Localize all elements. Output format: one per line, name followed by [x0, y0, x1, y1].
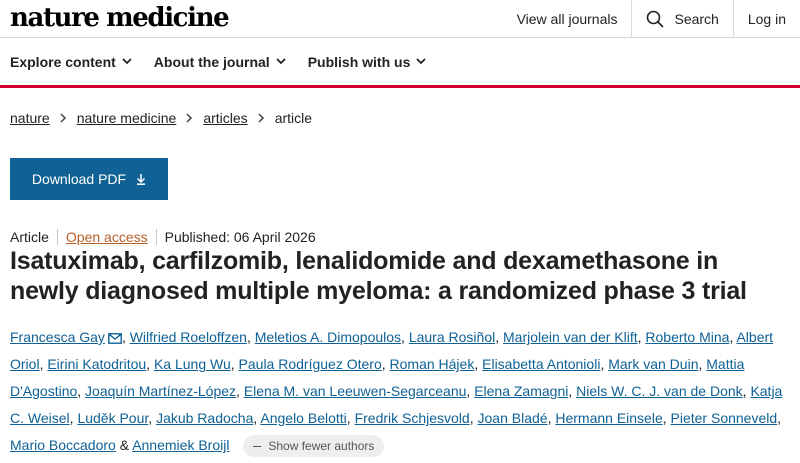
download-pdf-label: Download PDF — [31, 171, 127, 187]
author-link[interactable]: Eirini Katodritou — [47, 356, 146, 372]
author-link[interactable]: Marjolein van der Klift — [503, 329, 638, 345]
author-link[interactable]: Roman Hájek — [390, 356, 475, 372]
author-list: Francesca Gay, Wilfried Roeloffzen, Mele… — [10, 324, 795, 459]
article-title: Isatuximab, carfilzomib, lenalidomide an… — [10, 247, 747, 305]
author-link[interactable]: Paula Rodríguez Otero — [239, 356, 382, 372]
author-link[interactable]: Niels W. C. J. van de Donk — [576, 383, 743, 399]
author-link[interactable]: Fredrik Schjesvold — [355, 410, 470, 426]
author-link[interactable]: Annemiek Broijl — [132, 437, 229, 453]
author-link[interactable]: Francesca Gay — [10, 329, 105, 345]
author-link[interactable]: Jakub Radocha — [156, 410, 253, 426]
mail-icon[interactable] — [108, 333, 122, 344]
about-journal-menu[interactable]: About the journal — [154, 54, 286, 70]
author-link[interactable]: Mario Boccadoro — [10, 437, 116, 453]
download-icon — [137, 174, 146, 185]
breadcrumb-nature-medicine[interactable]: nature medicine — [77, 110, 177, 126]
breadcrumb: nature nature medicine articles article — [10, 110, 312, 126]
explore-content-label: Explore content — [10, 53, 116, 70]
publish-with-us-label: Publish with us — [307, 53, 411, 70]
login-link[interactable]: Log in — [732, 0, 800, 38]
search-icon — [647, 10, 665, 28]
open-access-label: Open access — [65, 229, 148, 245]
show-fewer-authors-label: Show fewer authors — [268, 438, 375, 453]
author-link[interactable]: Roberto Mina — [645, 329, 729, 345]
author-link[interactable]: Laura Rosiñol — [409, 329, 495, 345]
author-link[interactable]: Hermann Einsele — [555, 410, 662, 426]
chevron-right-icon — [60, 113, 67, 123]
author-link[interactable]: Luděk Pour — [77, 410, 148, 426]
journal-logo[interactable]: nature medicine — [10, 1, 230, 35]
top-bar: nature medicine View all journals Search… — [0, 0, 800, 38]
article-meta: Article Open access Published: 06 April … — [10, 229, 324, 245]
breadcrumb-article: article — [274, 110, 313, 126]
publish-with-us-menu[interactable]: Publish with us — [308, 54, 427, 70]
author-link[interactable]: Meletios A. Dimopoulos — [255, 329, 401, 345]
show-fewer-authors-button[interactable]: Show fewer authors — [243, 435, 385, 458]
author-link[interactable]: Angelo Belotti — [260, 410, 346, 426]
published-date: Published: 06 April 2026 — [155, 229, 324, 245]
minus-icon — [253, 445, 262, 447]
chevron-right-icon — [258, 113, 265, 123]
chevron-down-icon — [122, 58, 132, 65]
author-link[interactable]: Wilfried Roeloffzen — [130, 329, 247, 345]
search-button[interactable]: Search — [631, 0, 732, 38]
top-nav: View all journals Search Log in — [503, 0, 800, 38]
article-type: Article — [10, 229, 49, 245]
open-access-badge[interactable]: Open access — [56, 229, 156, 245]
chevron-down-icon — [416, 58, 426, 65]
chevron-right-icon — [186, 113, 193, 123]
author-link[interactable]: Pieter Sonneveld — [671, 410, 778, 426]
breadcrumb-nature[interactable]: nature — [10, 110, 50, 126]
author-link[interactable]: Ka Lung Wu — [154, 356, 231, 372]
sub-nav: Explore content About the journal Publis… — [0, 38, 800, 88]
view-all-journals-link[interactable]: View all journals — [503, 0, 632, 38]
author-link[interactable]: Elena Zamagni — [474, 383, 568, 399]
search-label: Search — [674, 11, 719, 27]
about-journal-label: About the journal — [153, 53, 270, 70]
chevron-down-icon — [276, 58, 286, 65]
download-pdf-button[interactable]: Download PDF — [10, 158, 168, 200]
author-link[interactable]: Joaquín Martínez-López — [85, 383, 236, 399]
login-label: Log in — [747, 11, 786, 27]
author-link[interactable]: Mark van Duin — [608, 356, 698, 372]
author-link[interactable]: Elisabetta Antonioli — [482, 356, 600, 372]
author-link[interactable]: Joan Bladé — [478, 410, 548, 426]
view-all-journals-label: View all journals — [516, 11, 618, 27]
breadcrumb-articles[interactable]: articles — [203, 110, 247, 126]
author-link[interactable]: Elena M. van Leeuwen-Segarceanu — [244, 383, 467, 399]
explore-content-menu[interactable]: Explore content — [10, 54, 132, 70]
